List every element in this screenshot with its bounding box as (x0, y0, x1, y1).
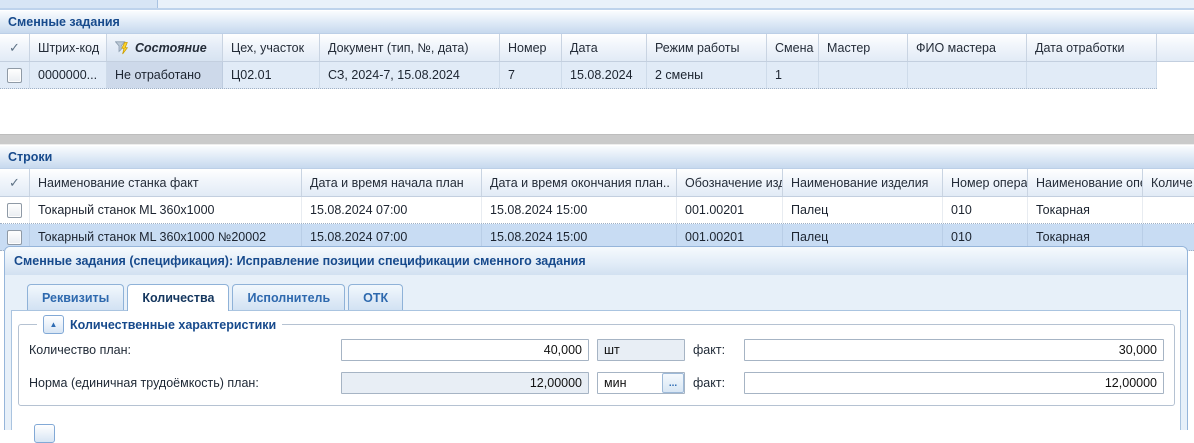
collapse-arrow-icon: ▲ (50, 321, 58, 329)
dialog-tab-content: ▲ Количественные характеристики Количест… (11, 310, 1181, 430)
rows-grid-row-1[interactable]: Токарный станок ML 360x1000 15.08.2024 0… (0, 197, 1194, 224)
norm-fact-input[interactable] (744, 372, 1164, 394)
horizontal-splitter[interactable] (0, 134, 1194, 145)
column-header-end-plan[interactable]: Дата и время окончания план.. (482, 169, 677, 196)
norm-plan-input[interactable] (341, 372, 589, 394)
tab-ispolnitel[interactable]: Исполнитель (232, 284, 345, 310)
quantity-plan-label: Количество план: (29, 343, 341, 357)
unit-browse-button[interactable]: ... (662, 373, 684, 393)
column-header-master-name[interactable]: ФИО мастера (908, 34, 1027, 61)
quantity-fact-input[interactable] (744, 339, 1164, 361)
column-header-number[interactable]: Номер (500, 34, 562, 61)
cell-number: 7 (500, 62, 562, 88)
top-tab-remnant (0, 0, 158, 8)
select-all-column-header[interactable]: ✓ (0, 34, 30, 61)
shift-tasks-panel-title: Сменные задания (0, 10, 1194, 34)
norm-plan-label: Норма (единичная трудоёмкость) план: (29, 376, 341, 390)
rows-panel: Строки ✓ Наименование станка факт Дата и… (0, 145, 1194, 251)
norm-unit-wrap: ... (597, 372, 685, 394)
quantity-unit-input[interactable] (597, 339, 685, 361)
quantity-plan-input[interactable] (341, 339, 589, 361)
column-header-product-name[interactable]: Наименование изделия (783, 169, 943, 196)
column-header-filler (1157, 34, 1194, 61)
cell-quantity (1143, 197, 1194, 223)
column-header-work-mode[interactable]: Режим работы (647, 34, 767, 61)
quantity-fact-label: факт: (693, 343, 729, 357)
cell-operation-name: Токарная (1028, 197, 1143, 223)
cell-master-name (908, 62, 1027, 88)
top-toolbar-strip (0, 0, 1194, 10)
cell-start-plan: 15.08.2024 07:00 (302, 197, 482, 223)
tab-kolichestva[interactable]: Количества (127, 284, 229, 311)
norm-fact-label: факт: (693, 376, 729, 390)
row-checkbox-cell (0, 197, 30, 223)
column-header-machine[interactable]: Наименование станка факт (30, 169, 302, 196)
column-header-shift[interactable]: Смена (767, 34, 819, 61)
column-header-master[interactable]: Мастер (819, 34, 908, 61)
norm-row: Норма (единичная трудоёмкость) план: ...… (29, 371, 1164, 395)
check-icon: ✓ (9, 175, 20, 191)
column-header-quantity[interactable]: Количе (1143, 169, 1194, 196)
dialog-title: Сменные задания (спецификация): Исправле… (5, 247, 1187, 275)
column-header-barcode[interactable]: Штрих-код (30, 34, 107, 61)
collapse-next-group-button[interactable] (34, 424, 55, 443)
cell-work-mode: 2 смены (647, 62, 767, 88)
cell-end-plan: 15.08.2024 15:00 (482, 197, 677, 223)
cell-operation-number: 010 (943, 197, 1028, 223)
collapse-group-button[interactable]: ▲ (43, 315, 64, 334)
row-checkbox[interactable] (7, 203, 22, 218)
tab-rekvizity[interactable]: Реквизиты (27, 284, 124, 310)
shift-tasks-panel: Сменные задания ✓ Штрих-код Состояние Це… (0, 10, 1194, 89)
column-header-date[interactable]: Дата (562, 34, 647, 61)
dialog-tab-strip: Реквизиты Количества Исполнитель ОТК (27, 284, 406, 310)
cell-state: Не отработано (107, 62, 223, 88)
row-checkbox[interactable] (7, 68, 22, 83)
cell-date: 15.08.2024 (562, 62, 647, 88)
column-header-worked-date[interactable]: Дата отработки (1027, 34, 1157, 61)
tab-otk[interactable]: ОТК (348, 284, 403, 310)
shift-task-row[interactable]: 0000000... Не отработано Ц02.01 СЗ, 2024… (0, 62, 1157, 89)
cell-document: СЗ, 2024-7, 15.08.2024 (320, 62, 500, 88)
column-header-operation-number[interactable]: Номер опера (943, 169, 1028, 196)
shift-tasks-grid-header: ✓ Штрих-код Состояние Цех, участок Докум… (0, 34, 1194, 62)
cell-barcode: 0000000... (30, 62, 107, 88)
quantity-unit-wrap (597, 339, 685, 361)
column-header-operation-name[interactable]: Наименование опе (1028, 169, 1143, 196)
quantity-row: Количество план: факт: (29, 338, 1164, 362)
row-checkbox-cell (0, 62, 30, 88)
column-header-state[interactable]: Состояние (107, 34, 223, 61)
select-all-column-header[interactable]: ✓ (0, 169, 30, 196)
funnel-lightning-icon (115, 41, 130, 55)
cell-master (819, 62, 908, 88)
cell-product-code: 001.00201 (677, 197, 783, 223)
cell-shop: Ц02.01 (223, 62, 320, 88)
rows-grid-header: ✓ Наименование станка факт Дата и время … (0, 169, 1194, 197)
group-legend: ▲ Количественные характеристики (37, 315, 282, 334)
row-checkbox[interactable] (7, 230, 22, 245)
column-header-shop[interactable]: Цех, участок (223, 34, 320, 61)
cell-product-name: Палец (783, 197, 943, 223)
cell-machine: Токарный станок ML 360x1000 (30, 197, 302, 223)
quantitative-characteristics-group: ▲ Количественные характеристики Количест… (18, 315, 1175, 406)
spec-edit-dialog: Сменные задания (спецификация): Исправле… (4, 246, 1188, 430)
column-header-start-plan[interactable]: Дата и время начала план (302, 169, 482, 196)
group-title: Количественные характеристики (70, 318, 276, 332)
check-icon: ✓ (9, 40, 20, 56)
cell-shift: 1 (767, 62, 819, 88)
rows-panel-title: Строки (0, 145, 1194, 169)
cell-worked-date (1027, 62, 1157, 88)
column-header-product-code[interactable]: Обозначение изд (677, 169, 783, 196)
column-header-document[interactable]: Документ (тип, №, дата) (320, 34, 500, 61)
